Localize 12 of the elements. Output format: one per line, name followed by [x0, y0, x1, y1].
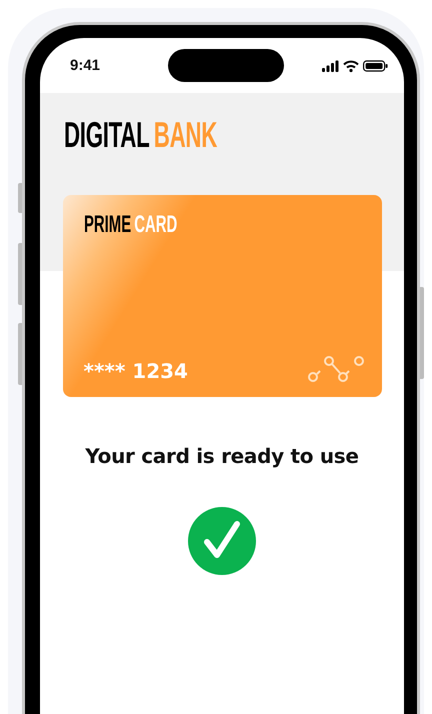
- card-title-word: CARD: [134, 214, 177, 236]
- status-time: 9:41: [70, 57, 102, 74]
- wifi-icon: [343, 58, 359, 72]
- card-number: **** 1234: [84, 359, 188, 383]
- app-title-word: BANK: [154, 120, 218, 150]
- card-title-word: PRIME: [84, 214, 131, 236]
- success-check-icon: [187, 506, 257, 576]
- connected-nodes-icon: [308, 355, 364, 383]
- signal-icon: [322, 58, 339, 72]
- status-message: Your card is ready to use: [85, 444, 359, 468]
- app-title-word: DIGITAL: [64, 120, 150, 150]
- battery-icon: [363, 58, 388, 72]
